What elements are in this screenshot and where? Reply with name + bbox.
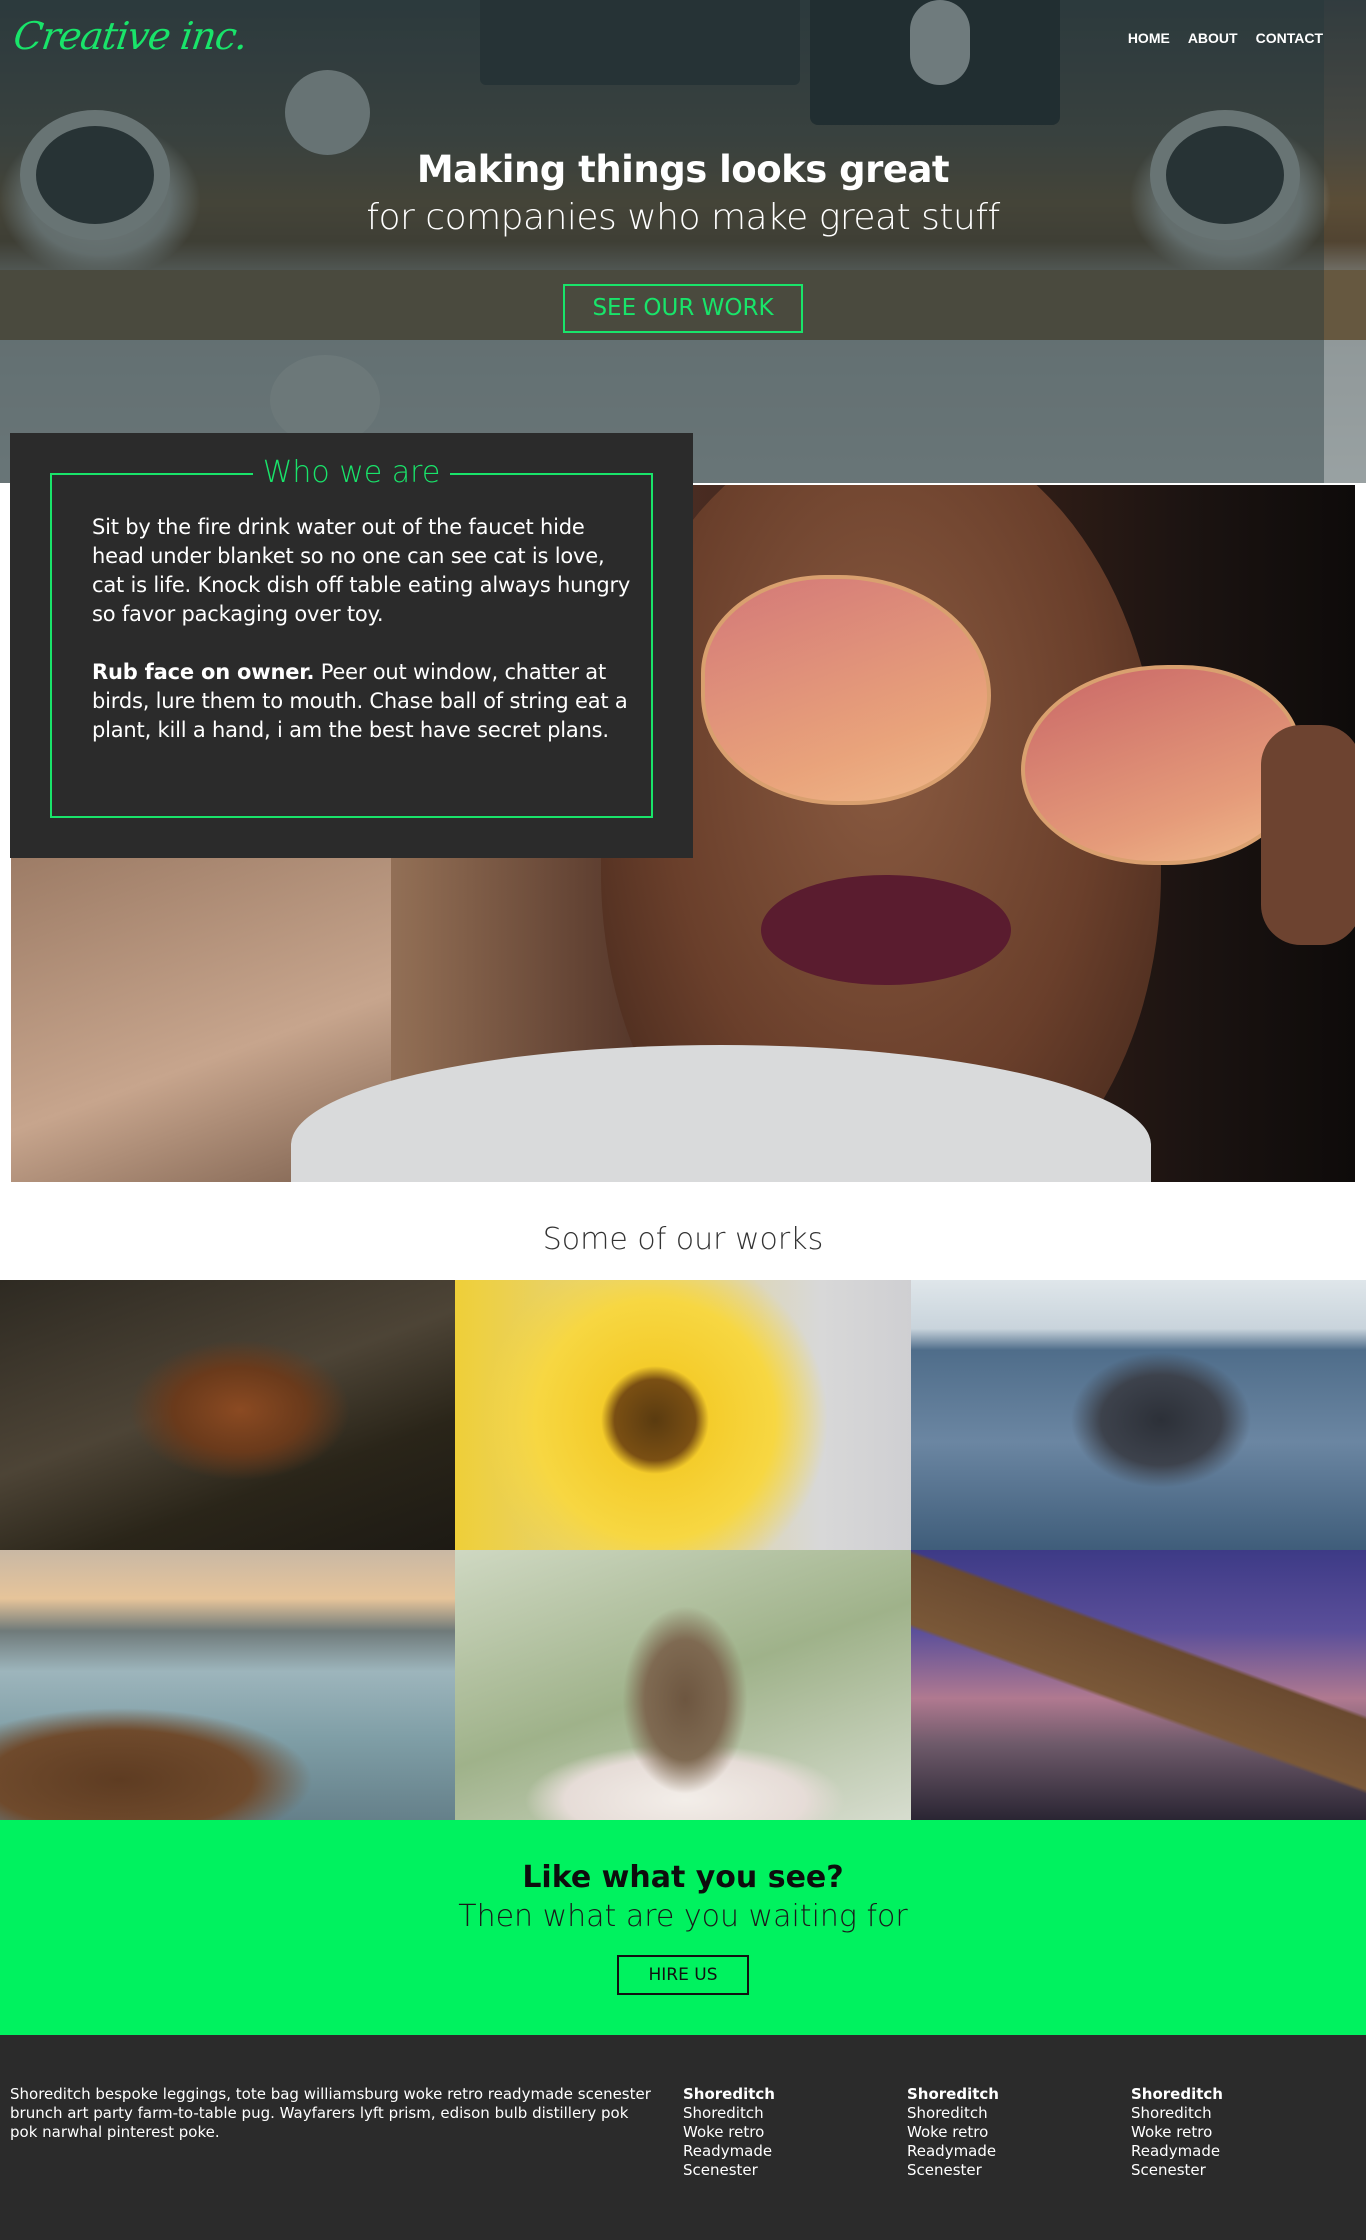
footer-link[interactable]: Scenester (907, 2161, 999, 2180)
cta-subtitle: Then what are you waiting for (458, 1899, 908, 1934)
nav-about[interactable]: ABOUT (1188, 30, 1238, 46)
footer: Shoreditch bespoke leggings, tote bag wi… (0, 2035, 1366, 2240)
cta-title: Like what you see? (522, 1860, 844, 1895)
cta-section: Like what you see? Then what are you wai… (0, 1820, 1366, 2035)
see-our-work-button[interactable]: SEE OUR WORK (563, 284, 803, 333)
footer-link[interactable]: Woke retro (907, 2123, 999, 2142)
work-tile-bridge[interactable] (911, 1550, 1366, 1820)
footer-about-text: Shoreditch bespoke leggings, tote bag wi… (10, 2085, 651, 2141)
work-tile-fox[interactable] (0, 1280, 455, 1550)
who-paragraph-2: Rub face on owner. Peer out window, chat… (92, 658, 632, 745)
work-tile-sunflower[interactable] (455, 1280, 911, 1550)
who-we-are-title: Who we are (252, 455, 451, 490)
hero-overlay (0, 0, 1324, 483)
portrait-hand (1261, 725, 1355, 945)
who-paragraph-2-bold: Rub face on owner. (92, 660, 315, 684)
hero-title: Making things looks great (416, 148, 950, 191)
work-tile-whale[interactable] (911, 1280, 1366, 1550)
footer-link[interactable]: Shoreditch (683, 2104, 775, 2123)
footer-column-heading: Shoreditch (907, 2085, 999, 2103)
footer-column-heading: Shoreditch (1131, 2085, 1223, 2103)
work-tile-beach[interactable] (0, 1550, 455, 1820)
footer-column-3: Shoreditch Shoreditch Woke retro Readyma… (1131, 2085, 1223, 2180)
footer-link[interactable]: Shoreditch (1131, 2104, 1223, 2123)
footer-link[interactable]: Woke retro (683, 2123, 775, 2142)
logo[interactable]: Creative inc. (11, 14, 250, 58)
nav-home[interactable]: HOME (1128, 30, 1170, 46)
footer-link[interactable]: Scenester (1131, 2161, 1223, 2180)
footer-column-1: Shoreditch Shoreditch Woke retro Readyma… (683, 2085, 775, 2180)
who-we-are-box: Who we are Sit by the fire drink water o… (10, 433, 693, 858)
footer-link[interactable]: Scenester (683, 2161, 775, 2180)
portrait-sunglasses-lens-right (1021, 665, 1301, 865)
work-tile-owl[interactable] (455, 1550, 911, 1820)
hire-us-button[interactable]: HIRE US (617, 1955, 749, 1995)
footer-link[interactable]: Shoreditch (907, 2104, 999, 2123)
hero-subtitle: for companies who make great stuff (366, 197, 1000, 238)
nav-contact[interactable]: CONTACT (1256, 30, 1323, 46)
works-title: Some of our works (542, 1222, 824, 1257)
footer-column-heading: Shoreditch (683, 2085, 775, 2103)
hero-overlay-edge (1324, 0, 1366, 483)
who-paragraph-1: Sit by the fire drink water out of the f… (92, 515, 631, 626)
footer-column-2: Shoreditch Shoreditch Woke retro Readyma… (907, 2085, 999, 2180)
main-nav: HOME ABOUT CONTACT (1128, 30, 1323, 46)
works-grid (0, 1280, 1366, 1820)
footer-link[interactable]: Readymade (1131, 2142, 1223, 2161)
footer-link[interactable]: Woke retro (1131, 2123, 1223, 2142)
hero-section: Creative inc. HOME ABOUT CONTACT Making … (0, 0, 1366, 483)
footer-link[interactable]: Readymade (907, 2142, 999, 2161)
who-we-are-text: Sit by the fire drink water out of the f… (92, 513, 632, 745)
who-we-are-title-wrap: Who we are (10, 455, 693, 490)
portrait-lips (761, 875, 1011, 985)
footer-link[interactable]: Readymade (683, 2142, 775, 2161)
